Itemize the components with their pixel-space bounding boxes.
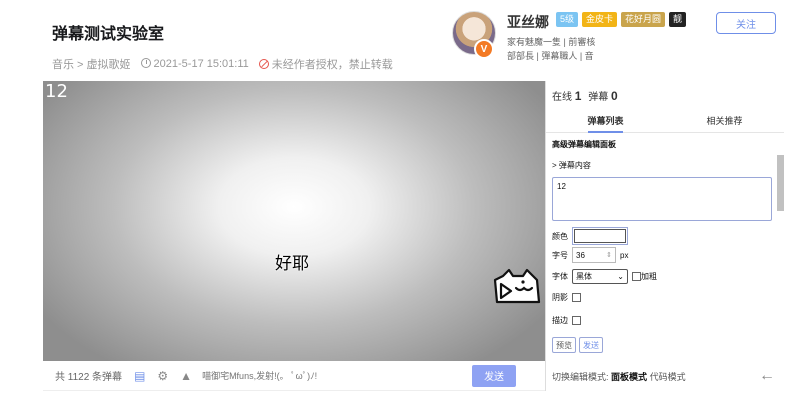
danmaku-style-icon[interactable]: ▲ xyxy=(180,369,192,383)
title-badge: 靓 xyxy=(669,12,687,27)
shadow-checkbox[interactable] xyxy=(572,293,581,302)
page-title: 弹幕测试实验室 xyxy=(52,26,165,43)
size-row: 字号 36 ⇕ px xyxy=(552,247,628,263)
publish-time: 2021-5-17 15:01:11 xyxy=(140,58,249,70)
font-row: 字体 黑体 ⌄ 加粗 xyxy=(552,269,657,284)
editor-buttons: 预览 发送 xyxy=(552,337,603,353)
arrow-left-icon[interactable]: ← xyxy=(759,367,775,385)
font-select-value: 黑体 xyxy=(576,272,592,281)
danmaku-text: 好耶 xyxy=(275,254,309,273)
color-picker[interactable] xyxy=(574,229,626,243)
medal-badge: 花好月圆 xyxy=(621,12,666,27)
font-size-input[interactable]: 36 ⇕ xyxy=(572,247,616,263)
level-badge: 5级 xyxy=(556,12,579,27)
mode-panel[interactable]: 面板模式 xyxy=(611,372,647,382)
mode-bar: 切换编辑模式: 面板模式 代码模式 ← xyxy=(545,361,785,391)
follow-button[interactable]: 关注 xyxy=(716,12,776,34)
signature-line-1: 家有魅魔一隻 | 前審核 xyxy=(507,37,596,47)
danmaku-input[interactable] xyxy=(202,364,471,387)
side-panel: 在线 1 弹幕 0 弹幕列表 相关推荐 高级弹幕编辑面板 > 弹幕内容 12 颜… xyxy=(545,81,785,361)
video-player[interactable]: 12 好耶 xyxy=(43,81,545,361)
bold-label: 加粗 xyxy=(641,272,657,281)
mode-code[interactable]: 代码模式 xyxy=(650,372,686,382)
color-picker-wrap xyxy=(572,227,628,245)
stroke-checkbox[interactable] xyxy=(572,316,581,325)
panel-scrollbar[interactable] xyxy=(777,155,784,211)
tab-recommend[interactable]: 相关推荐 xyxy=(665,113,784,132)
online-label: 在线 xyxy=(552,92,572,103)
category-breadcrumb[interactable]: 音乐 > 虚拟歌姬 xyxy=(52,56,131,72)
forbidden-icon xyxy=(258,59,269,69)
font-size-value: 36 xyxy=(576,250,585,260)
send-button[interactable]: 发送 xyxy=(472,364,517,387)
acfun-logo-icon xyxy=(493,268,541,304)
size-unit: px xyxy=(620,250,629,260)
color-row: 颜色 xyxy=(552,227,628,245)
panel-tabs: 弹幕列表 相关推荐 xyxy=(546,113,784,133)
tab-danmaku-list[interactable]: 弹幕列表 xyxy=(546,113,665,133)
mode-prefix: 切换编辑模式: xyxy=(552,371,609,382)
danmaku-label: 弹幕 xyxy=(588,92,609,103)
color-label: 颜色 xyxy=(552,231,568,241)
uploader-badges: 5级 金皮卡 花好月圆 靓 xyxy=(556,12,687,27)
danmaku-settings-icon[interactable]: ⚙ xyxy=(157,369,168,383)
shadow-row: 阴影 xyxy=(552,292,581,303)
danmaku-toggle-icon[interactable]: ▤ xyxy=(134,369,145,383)
verified-badge-icon: V xyxy=(474,39,494,59)
size-label: 字号 xyxy=(552,250,568,260)
danmaku-bar: 共 1122 条弹幕 ▤ ⚙ ▲ 发送 xyxy=(43,361,545,391)
danmaku-count: 共 1122 条弹幕 xyxy=(55,372,123,383)
font-label: 字体 xyxy=(552,272,568,281)
danmaku-total: 0 xyxy=(611,89,618,103)
shadow-label: 阴影 xyxy=(552,293,568,302)
stepper-icon[interactable]: ⇕ xyxy=(606,251,612,259)
content-title[interactable]: > 弹幕内容 xyxy=(552,160,591,171)
chevron-down-icon: ⌄ xyxy=(617,272,624,281)
danmaku-content-input[interactable]: 12 xyxy=(552,177,772,221)
mode-switch: 切换编辑模式: 面板模式 代码模式 xyxy=(552,370,686,383)
online-count: 1 xyxy=(574,89,582,103)
copyright-text: 未经作者授权，禁止转载 xyxy=(271,59,393,71)
font-select[interactable]: 黑体 ⌄ xyxy=(572,269,628,284)
gold-badge: 金皮卡 xyxy=(582,12,618,27)
online-stats: 在线 1 弹幕 0 xyxy=(552,88,622,103)
publish-time-text: 2021-5-17 15:01:11 xyxy=(153,58,249,70)
uploader-name[interactable]: 亚丝娜 xyxy=(507,12,549,32)
frame-counter: 12 xyxy=(45,81,68,102)
copyright-notice: 未经作者授权，禁止转载 xyxy=(258,56,393,72)
bold-checkbox[interactable] xyxy=(632,272,641,281)
signature-line-2: 部部長 | 彈幕職人 | 音 xyxy=(507,51,594,61)
video-meta: 音乐 > 虚拟歌姬 2021-5-17 15:01:11 未经作者授权，禁止转载 xyxy=(52,56,393,72)
stroke-row: 描边 xyxy=(552,315,581,326)
editor-title: 高级弹幕编辑面板 xyxy=(552,140,616,149)
panel-send-button[interactable]: 发送 xyxy=(579,337,603,353)
clock-icon xyxy=(140,58,151,68)
stroke-label: 描边 xyxy=(552,316,568,325)
preview-button[interactable]: 预览 xyxy=(552,337,576,353)
